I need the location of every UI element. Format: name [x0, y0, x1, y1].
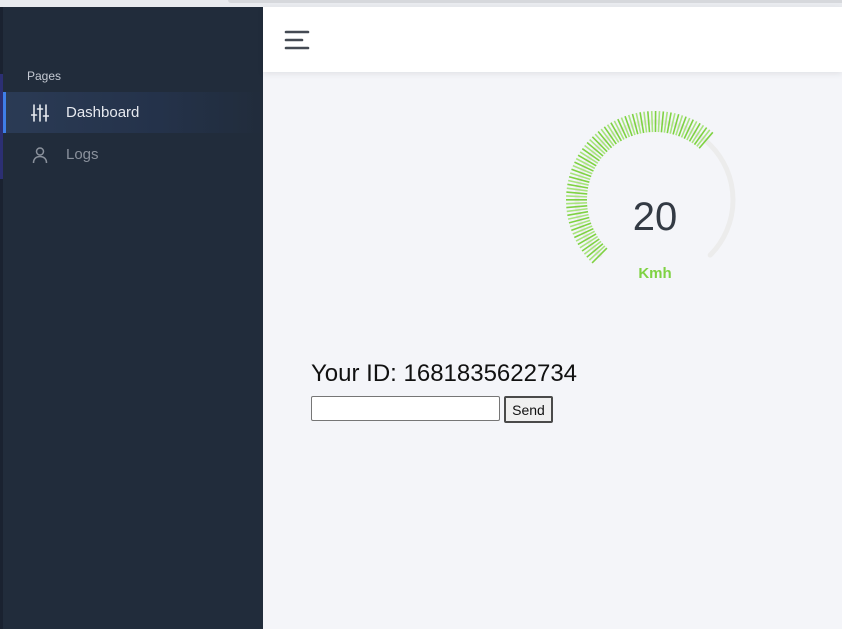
message-input[interactable] [311, 396, 500, 421]
address-bar[interactable] [228, 0, 842, 3]
top-header [263, 7, 842, 72]
user-icon [31, 146, 49, 164]
sidebar-item-dashboard[interactable]: Dashboard [3, 92, 263, 133]
sliders-icon [30, 104, 50, 122]
gauge-tick [566, 191, 588, 195]
sidebar-item-label: Logs [66, 146, 99, 163]
sidebar-item-label: Dashboard [66, 104, 140, 121]
gauge-tick [660, 111, 665, 133]
sidebar-section-title: Pages [27, 69, 62, 83]
your-id-text: Your ID: 1681835622734 [311, 360, 578, 387]
send-button[interactable]: Send [504, 396, 553, 423]
browser-top-strip [0, 0, 842, 7]
gauge-value: 20 [632, 195, 678, 239]
gauge-unit: Kmh [638, 265, 672, 282]
gauge-tick [657, 111, 661, 133]
sidebar: Pages Dashboard Logs [0, 7, 263, 629]
hamburger-menu-icon[interactable] [283, 27, 311, 53]
sidebar-item-logs[interactable]: Logs [3, 134, 263, 175]
gauge-tick [647, 111, 651, 133]
gauge-tick [650, 111, 654, 133]
